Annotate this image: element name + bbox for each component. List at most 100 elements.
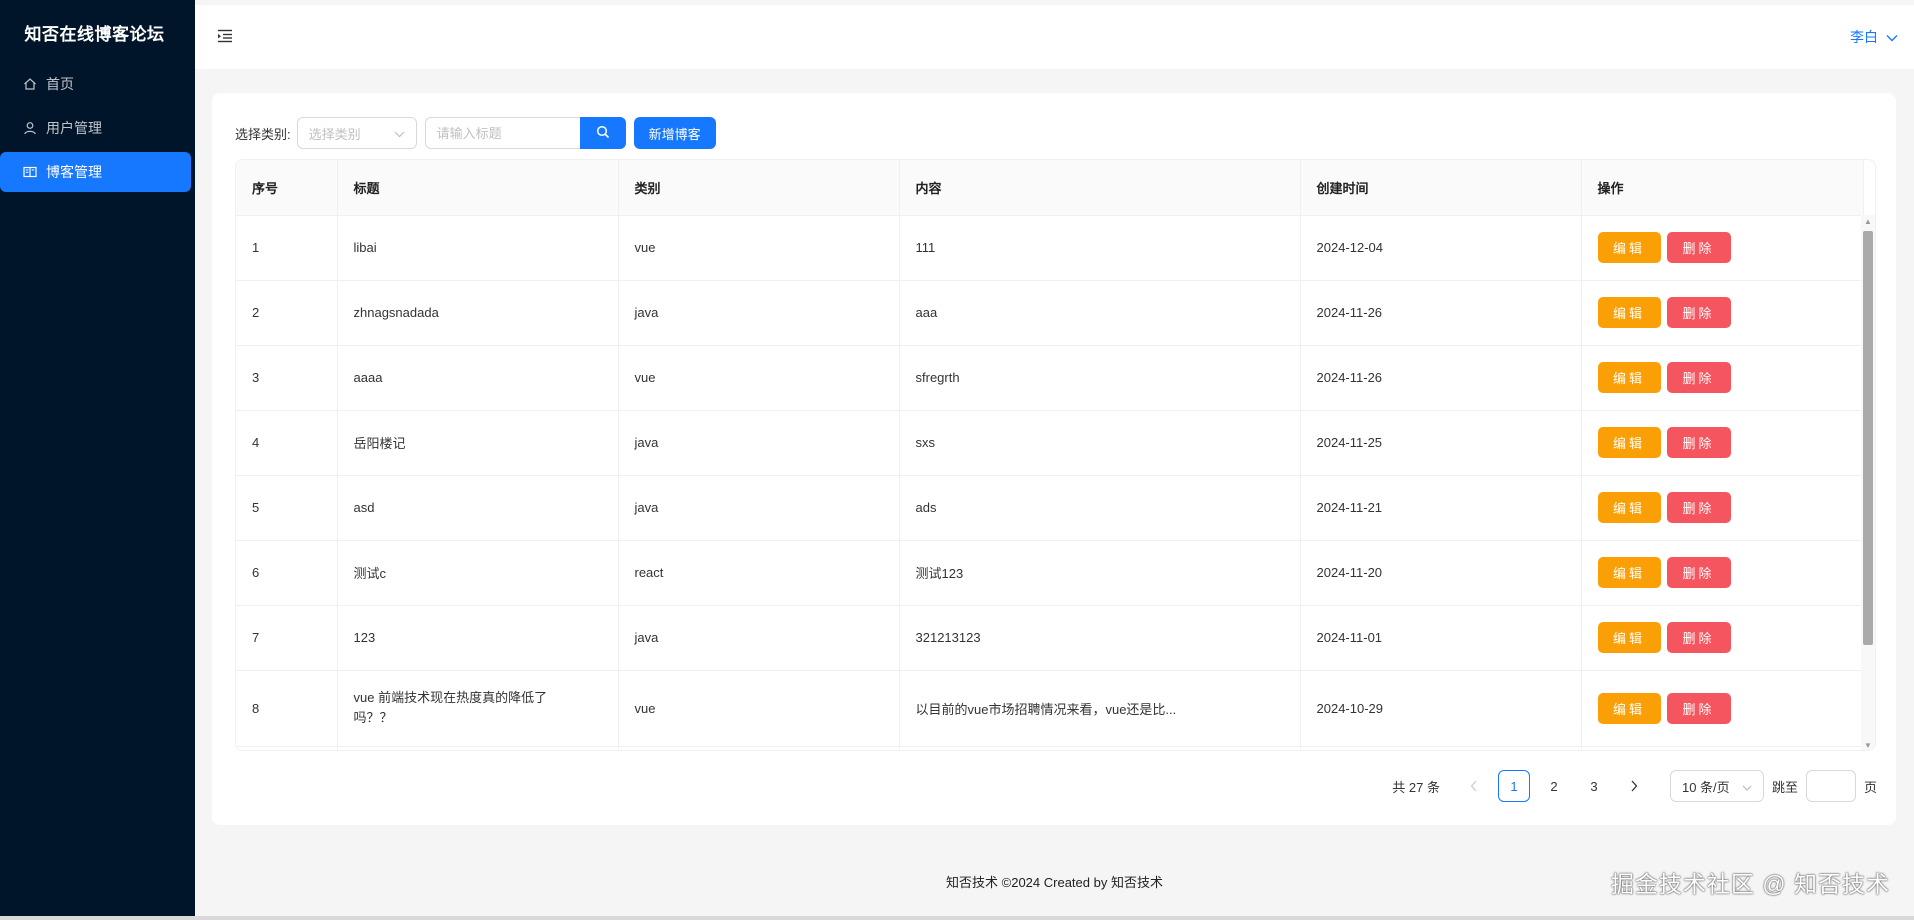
cell-category: vue	[618, 215, 900, 281]
cell-content: 111	[899, 215, 1301, 281]
table-row-partial	[236, 746, 1864, 750]
app-title: 知否在线博客论坛	[24, 24, 165, 44]
page-button-3[interactable]: 3	[1578, 770, 1610, 802]
table-row: 8 vue 前端技术现在热度真的降低了吗？？ vue 以目前的vue市场招聘情况…	[236, 670, 1864, 747]
column-header-category: 类别	[618, 160, 900, 216]
category-placeholder: 选择类别	[308, 126, 361, 142]
user-menu[interactable]: 李白	[1850, 27, 1898, 47]
category-select[interactable]: 选择类别	[296, 117, 417, 149]
edit-button[interactable]: 编辑	[1597, 492, 1661, 523]
cell-no: 2	[236, 280, 338, 346]
cell-created: 2024-11-26	[1300, 280, 1582, 346]
table-row: 3 aaaa vue sfregrth 2024-11-26 编辑 删除	[236, 345, 1864, 411]
column-header-content: 内容	[899, 160, 1301, 216]
cell-content: 321213123	[899, 605, 1301, 671]
delete-button[interactable]: 删除	[1666, 427, 1731, 458]
edit-button[interactable]: 编辑	[1597, 297, 1661, 328]
sidebar-item-users[interactable]: 用户管理	[0, 108, 191, 148]
sidebar-item-home[interactable]: 首页	[0, 64, 191, 104]
column-header-created: 创建时间	[1300, 160, 1582, 216]
table-row: 4 岳阳楼记 java sxs 2024-11-25 编辑 删除	[236, 410, 1864, 476]
delete-button[interactable]: 删除	[1666, 692, 1731, 724]
table-scrollbar[interactable]: ▲ ▼	[1861, 215, 1875, 750]
column-header-title: 标题	[337, 160, 619, 216]
cell-empty	[1300, 746, 1582, 750]
menu-fold-icon[interactable]	[217, 29, 235, 45]
cell-content: sfregrth	[899, 345, 1301, 411]
cell-title: 测试c	[337, 540, 619, 606]
quick-jumper: 跳至 页	[1772, 770, 1877, 802]
cell-empty	[1581, 746, 1864, 750]
jump-input[interactable]	[1805, 770, 1856, 802]
cell-actions: 编辑 删除	[1581, 410, 1864, 476]
page-suffix: 页	[1863, 779, 1877, 795]
cell-actions: 编辑 删除	[1581, 540, 1864, 606]
cell-content: ads	[899, 475, 1301, 541]
cell-category: java	[618, 280, 900, 346]
cell-category: vue	[618, 345, 900, 411]
table-row: 2 zhnagsnadada java aaa 2024-11-26 编辑 删除	[236, 280, 1864, 346]
page-size-select[interactable]: 10 条/页	[1669, 770, 1764, 802]
edit-button[interactable]: 编辑	[1597, 692, 1661, 724]
cell-created: 2024-10-29	[1300, 670, 1582, 747]
window-bottom-edge	[0, 916, 1914, 920]
table-row: 7 123 java 321213123 2024-11-01 编辑 删除	[236, 605, 1864, 671]
filter-toolbar: 选择类别: 选择类别 新增博客	[235, 117, 716, 149]
cell-title: zhnagsnadada	[337, 280, 619, 346]
page-button-2[interactable]: 2	[1538, 770, 1570, 802]
scroll-down-icon[interactable]: ▼	[1864, 741, 1872, 750]
cell-empty	[236, 746, 338, 750]
search-button[interactable]	[579, 117, 626, 149]
search-group	[424, 117, 626, 149]
delete-button[interactable]: 删除	[1666, 492, 1731, 523]
cell-no: 1	[236, 215, 338, 281]
page-button-1[interactable]: 1	[1497, 770, 1530, 802]
sidebar: 知否在线博客论坛 首页 用户管理 博客管理	[0, 0, 195, 916]
column-header-no: 序号	[236, 160, 338, 216]
search-input[interactable]	[424, 117, 580, 149]
edit-button[interactable]: 编辑	[1597, 427, 1661, 458]
cell-title: vue 前端技术现在热度真的降低了吗？？	[337, 670, 619, 747]
add-blog-button[interactable]: 新增博客	[633, 117, 716, 149]
scroll-up-icon[interactable]: ▲	[1864, 217, 1872, 226]
cell-created: 2024-12-04	[1300, 215, 1582, 281]
delete-button[interactable]: 删除	[1666, 362, 1731, 393]
delete-button[interactable]: 删除	[1666, 232, 1731, 263]
delete-button[interactable]: 删除	[1666, 622, 1731, 653]
cell-no: 4	[236, 410, 338, 476]
page-size-value: 10 条/页	[1681, 779, 1730, 795]
cell-content: 以目前的vue市场招聘情况来看，vue还是比...	[899, 670, 1301, 747]
column-header-actions: 操作	[1581, 160, 1864, 216]
cell-actions: 编辑 删除	[1581, 280, 1864, 346]
cell-category: java	[618, 410, 900, 476]
cell-category: java	[618, 475, 900, 541]
cell-category: react	[618, 540, 900, 606]
sidebar-item-label: 首页	[46, 76, 74, 92]
sidebar-item-label: 用户管理	[46, 120, 102, 136]
edit-button[interactable]: 编辑	[1597, 557, 1661, 588]
cell-actions: 编辑 删除	[1581, 215, 1864, 281]
jump-label: 跳至	[1771, 779, 1798, 795]
book-icon	[22, 164, 38, 180]
cell-no: 7	[236, 605, 338, 671]
delete-button[interactable]: 删除	[1666, 297, 1731, 328]
home-icon	[22, 76, 38, 92]
cell-actions: 编辑 删除	[1581, 670, 1864, 747]
next-page-icon[interactable]	[1618, 770, 1650, 802]
cell-content: aaa	[899, 280, 1301, 346]
edit-button[interactable]: 编辑	[1597, 622, 1661, 653]
pagination: 共 27 条 1 2 3 10 条/页 跳至 页	[1392, 770, 1877, 802]
prev-page-icon[interactable]	[1458, 770, 1490, 802]
cell-title: 岳阳楼记	[337, 410, 619, 476]
cell-no: 6	[236, 540, 338, 606]
cell-actions: 编辑 删除	[1581, 475, 1864, 541]
cell-content: 测试123	[899, 540, 1301, 606]
scrollbar-thumb[interactable]	[1863, 231, 1873, 645]
edit-button[interactable]: 编辑	[1597, 362, 1661, 393]
delete-button[interactable]: 删除	[1666, 557, 1731, 588]
cell-created: 2024-11-25	[1300, 410, 1582, 476]
sidebar-item-label: 博客管理	[46, 164, 102, 180]
sidebar-item-blogs[interactable]: 博客管理	[0, 152, 191, 192]
edit-button[interactable]: 编辑	[1597, 232, 1661, 263]
app-root: 知否在线博客论坛 首页 用户管理 博客管理 李白 选择类别: 选择类别 请输入标…	[0, 0, 1914, 916]
